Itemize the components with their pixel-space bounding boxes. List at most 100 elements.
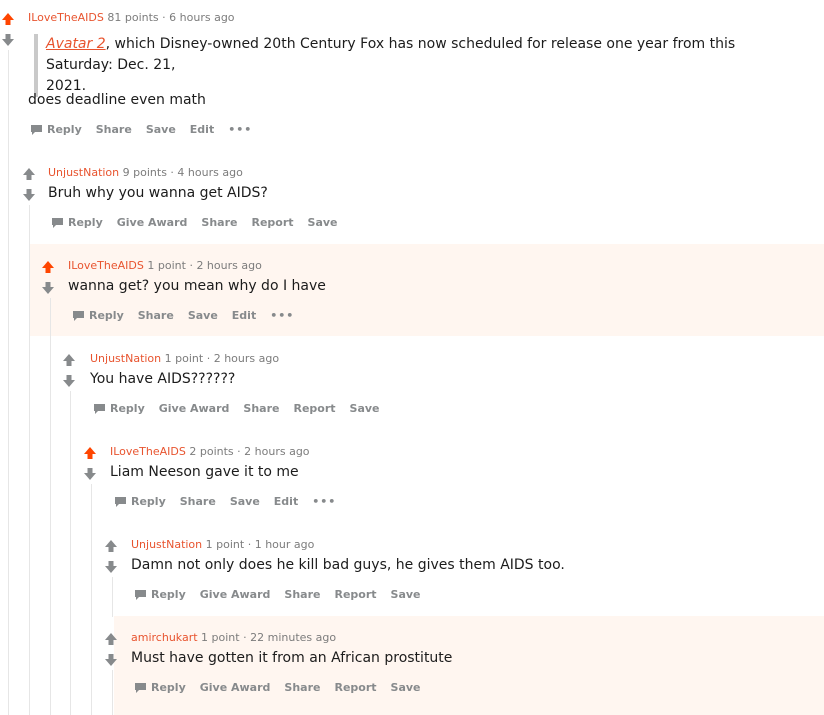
comment-body: You have AIDS?????? bbox=[90, 371, 236, 387]
report-button[interactable]: Report bbox=[334, 681, 376, 694]
timestamp[interactable]: 22 minutes ago bbox=[250, 631, 336, 644]
comment-body: Liam Neeson gave it to me bbox=[110, 464, 299, 480]
report-button[interactable]: Report bbox=[293, 402, 335, 415]
comment-body: Damn not only does he kill bad guys, he … bbox=[131, 557, 565, 573]
author-link[interactable]: amirchukart bbox=[131, 631, 198, 644]
comment-meta: ILoveTheAIDS 2 points · 2 hours ago bbox=[110, 445, 310, 459]
comment-body: Bruh why you wanna get AIDS? bbox=[48, 185, 268, 201]
upvote-icon[interactable] bbox=[104, 539, 118, 553]
thread-line[interactable] bbox=[50, 298, 51, 715]
more-options-button[interactable]: ••• bbox=[228, 123, 252, 136]
share-button[interactable]: Share bbox=[284, 588, 320, 601]
comment-meta: UnjustNation 9 points · 4 hours ago bbox=[48, 166, 243, 180]
author-link[interactable]: UnjustNation bbox=[131, 538, 202, 551]
timestamp[interactable]: 1 hour ago bbox=[255, 538, 315, 551]
reply-button[interactable]: Reply bbox=[73, 309, 124, 322]
downvote-icon[interactable] bbox=[1, 33, 15, 47]
downvote-icon[interactable] bbox=[41, 281, 55, 295]
author-link[interactable]: ILoveTheAIDS bbox=[110, 445, 186, 458]
points: 1 point bbox=[205, 538, 245, 551]
save-button[interactable]: Save bbox=[230, 495, 260, 508]
save-button[interactable]: Save bbox=[391, 681, 421, 694]
reply-button[interactable]: Reply bbox=[94, 402, 145, 415]
give-award-button[interactable]: Give Award bbox=[117, 216, 188, 229]
share-button[interactable]: Share bbox=[284, 681, 320, 694]
author-link[interactable]: ILoveTheAIDS bbox=[68, 259, 144, 272]
comment-meta: amirchukart 1 point · 22 minutes ago bbox=[131, 631, 336, 645]
downvote-icon[interactable] bbox=[104, 560, 118, 574]
separator: · bbox=[189, 259, 193, 272]
timestamp[interactable]: 6 hours ago bbox=[169, 11, 234, 24]
chat-bubble-icon bbox=[73, 311, 84, 321]
comment-meta: UnjustNation 1 point · 1 hour ago bbox=[131, 538, 314, 552]
upvote-icon[interactable] bbox=[1, 12, 15, 26]
share-button[interactable]: Share bbox=[201, 216, 237, 229]
share-button[interactable]: Share bbox=[180, 495, 216, 508]
timestamp[interactable]: 2 hours ago bbox=[196, 259, 261, 272]
chat-bubble-icon bbox=[52, 218, 63, 228]
comment-actions: Reply Share Save Edit ••• bbox=[115, 495, 350, 508]
share-button[interactable]: Share bbox=[243, 402, 279, 415]
upvote-icon[interactable] bbox=[22, 167, 36, 181]
thread-line[interactable] bbox=[112, 670, 113, 715]
author-link[interactable]: UnjustNation bbox=[48, 166, 119, 179]
thread-line[interactable] bbox=[70, 391, 71, 715]
give-award-button[interactable]: Give Award bbox=[200, 681, 271, 694]
edit-button[interactable]: Edit bbox=[232, 309, 256, 322]
share-button[interactable]: Share bbox=[96, 123, 132, 136]
thread-line[interactable] bbox=[112, 577, 113, 617]
report-button[interactable]: Report bbox=[251, 216, 293, 229]
comment-meta: ILoveTheAIDS 81 points · 6 hours ago bbox=[28, 11, 235, 25]
comment-actions: Reply Share Save Edit ••• bbox=[73, 309, 308, 322]
downvote-icon[interactable] bbox=[62, 374, 76, 388]
reply-button[interactable]: Reply bbox=[31, 123, 82, 136]
more-options-button[interactable]: ••• bbox=[312, 495, 336, 508]
comment-body: does deadline even math bbox=[28, 92, 206, 108]
downvote-icon[interactable] bbox=[104, 653, 118, 667]
downvote-icon[interactable] bbox=[22, 188, 36, 202]
save-button[interactable]: Save bbox=[391, 588, 421, 601]
downvote-icon[interactable] bbox=[83, 467, 97, 481]
save-button[interactable]: Save bbox=[308, 216, 338, 229]
separator: · bbox=[243, 631, 247, 644]
quote-text: , which Disney-owned 20th Century Fox ha… bbox=[46, 36, 736, 73]
upvote-icon[interactable] bbox=[41, 260, 55, 274]
edit-button[interactable]: Edit bbox=[190, 123, 214, 136]
edit-button[interactable]: Edit bbox=[274, 495, 298, 508]
timestamp[interactable]: 2 hours ago bbox=[214, 352, 279, 365]
save-button[interactable]: Save bbox=[350, 402, 380, 415]
timestamp[interactable]: 2 hours ago bbox=[244, 445, 309, 458]
reply-button[interactable]: Reply bbox=[52, 216, 103, 229]
chat-bubble-icon bbox=[135, 590, 146, 600]
save-button[interactable]: Save bbox=[188, 309, 218, 322]
points: 9 points bbox=[122, 166, 167, 179]
comment-actions: Reply Give Award Share Report Save bbox=[135, 588, 435, 601]
comment-body: Must have gotten it from an African pros… bbox=[131, 650, 453, 666]
more-options-button[interactable]: ••• bbox=[270, 309, 294, 322]
reply-button[interactable]: Reply bbox=[115, 495, 166, 508]
upvote-icon[interactable] bbox=[83, 446, 97, 460]
comment-body: wanna get? you mean why do I have bbox=[68, 278, 326, 294]
give-award-button[interactable]: Give Award bbox=[159, 402, 230, 415]
report-button[interactable]: Report bbox=[334, 588, 376, 601]
thread-line[interactable] bbox=[8, 50, 9, 715]
thread-line[interactable] bbox=[91, 484, 92, 715]
share-button[interactable]: Share bbox=[138, 309, 174, 322]
comment-actions: Reply Give Award Share Report Save bbox=[94, 402, 394, 415]
quote-link[interactable]: Avatar 2 bbox=[46, 36, 106, 52]
save-button[interactable]: Save bbox=[146, 123, 176, 136]
chat-bubble-icon bbox=[31, 125, 42, 135]
author-link[interactable]: UnjustNation bbox=[90, 352, 161, 365]
blockquote: Avatar 2, which Disney-owned 20th Centur… bbox=[34, 34, 786, 97]
upvote-icon[interactable] bbox=[104, 632, 118, 646]
author-link[interactable]: ILoveTheAIDS bbox=[28, 11, 104, 24]
give-award-button[interactable]: Give Award bbox=[200, 588, 271, 601]
timestamp[interactable]: 4 hours ago bbox=[177, 166, 242, 179]
comment-meta: ILoveTheAIDS 1 point · 2 hours ago bbox=[68, 259, 262, 273]
upvote-icon[interactable] bbox=[62, 353, 76, 367]
thread-line[interactable] bbox=[29, 205, 30, 715]
reply-button[interactable]: Reply bbox=[135, 588, 186, 601]
points: 2 points bbox=[189, 445, 234, 458]
reply-button[interactable]: Reply bbox=[135, 681, 186, 694]
comment-actions: Reply Share Save Edit ••• bbox=[31, 123, 266, 136]
